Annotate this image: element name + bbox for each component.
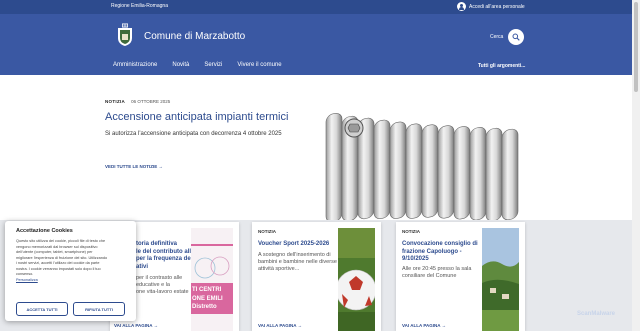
cookie-title: Accettazione Cookies [16,228,73,234]
card-image-text: TI CENTRI [192,287,222,293]
nav-item-amministrazione[interactable]: Amministrazione [113,62,157,68]
card-title: Convocazione consiglio di frazione Capol… [402,241,478,262]
hero-subtitle: Si autorizza l'accensione anticipata con… [105,131,282,137]
main-nav: Amministrazione Novità Servizi Vivere il… [113,62,297,68]
cookie-banner: Accettazione Cookies Questo sito utilizz… [5,221,136,321]
site-header: Comune di Marzabotto Cerca Amministrazio… [0,14,640,75]
card-more-link[interactable]: VAI ALLA PAGINA → [114,323,158,328]
cookie-customize-link[interactable]: Personalizza [16,278,38,282]
hero-meta: NOTIZIA 06 OTTOBRE 2025 [105,99,170,104]
card-tag: NOTIZIA [402,229,420,234]
arrow-right-icon: → [158,164,164,169]
radiator-image [325,113,519,223]
user-icon [457,2,466,11]
arrow-right-icon: → [296,323,303,328]
reject-all-button[interactable]: RIFIUTA TUTTI [73,302,125,316]
cookie-text: Questo sito utilizza dei cookie, piccoli… [16,239,108,282]
card-image-text: ONE EMILI [192,295,223,302]
nav-item-vivere-il-comune[interactable]: Vivere il comune [237,62,281,68]
scrollbar[interactable] [632,0,640,331]
hero-date: 06 OTTOBRE 2025 [131,99,171,104]
card-text: A sostegno dell'inserimento di bambini e… [258,252,337,272]
card-text: per il contrasto alle educative e la one… [136,275,189,295]
card-image [482,228,519,331]
news-card[interactable]: NOTIZIA Voucher Sport 2025-2026 A sosteg… [252,222,381,331]
news-card[interactable]: NOTIZIA Convocazione consiglio di frazio… [396,222,525,331]
hero-title[interactable]: Accensione anticipata impianti termici [105,111,288,123]
scrollbar-thumb[interactable] [634,2,638,92]
card-image [338,228,375,331]
card-tag: NOTIZIA [258,229,276,234]
arrow-right-icon: → [440,323,447,328]
card-image: TI CENTRI ONE EMILI Distretto [191,228,233,331]
top-bar: Regione Emilia-Romagna Accedi all'area p… [0,0,640,14]
region-link[interactable]: Regione Emilia-Romagna [111,3,168,9]
all-news-label: VEDI TUTTE LE NOTIZIE [105,164,158,169]
site-title[interactable]: Comune di Marzabotto [144,31,245,42]
all-news-link[interactable]: VEDI TUTTE LE NOTIZIE → [105,164,163,169]
card-more-link[interactable]: VAI ALLA PAGINA → [258,323,302,328]
arrow-right-icon: → [152,323,159,328]
card-image-text: Distretto [192,304,217,310]
search-label: Cerca [490,34,504,40]
all-topics-link[interactable]: Tutti gli argomenti... [478,63,525,69]
card-title: toria definitiva le del contributo alle … [136,241,195,270]
hero-tag: NOTIZIA [105,99,126,104]
login-label: Accedi all'area personale [469,3,525,10]
card-more-link[interactable]: VAI ALLA PAGINA → [402,323,446,328]
watermark: ScanMalware [577,311,616,317]
crest-icon [118,23,132,46]
card-text: Alle ore 20:45 presso la sala consiliare… [402,266,472,279]
accept-all-button[interactable]: ACCETTA TUTTI [16,302,68,316]
search-icon [512,33,520,41]
card-title: Voucher Sport 2025-2026 [258,241,330,247]
search-button[interactable] [508,29,524,45]
nav-item-novita[interactable]: Novità [172,62,189,68]
login-link[interactable]: Accedi all'area personale [457,2,525,11]
nav-item-servizi[interactable]: Servizi [204,62,222,68]
